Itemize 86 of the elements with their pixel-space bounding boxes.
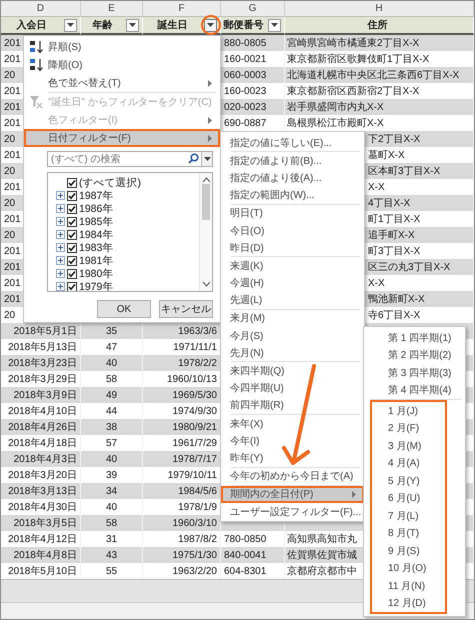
- filter-button[interactable]: [64, 18, 77, 32]
- scroll-down-icon[interactable]: [202, 282, 210, 287]
- menu-item[interactable]: 今年の初めから今日まで(A): [221, 468, 364, 485]
- menu-item[interactable]: 3 月(M): [372, 437, 445, 454]
- filter-clear-icon: [29, 95, 43, 109]
- menu-item[interactable]: 5 月(Y): [372, 472, 445, 490]
- expand-icon[interactable]: [56, 191, 65, 200]
- column-letter[interactable]: F: [143, 1, 221, 17]
- column-letter[interactable]: E: [81, 1, 143, 17]
- expand-icon[interactable]: [56, 243, 65, 252]
- menu-item[interactable]: 前四半期(R): [221, 396, 364, 414]
- header-label: 住所: [368, 18, 388, 32]
- caret-icon: [207, 23, 214, 27]
- menu-item[interactable]: 昨年(Y): [221, 449, 364, 467]
- column-letter[interactable]: H: [285, 1, 474, 17]
- menu-item[interactable]: 第 1 四半期(1): [364, 329, 465, 346]
- expand-icon[interactable]: [56, 282, 65, 291]
- submenu-arrow-icon: [208, 134, 212, 142]
- submenu-arrow-icon: [352, 490, 356, 498]
- search-icon: [188, 153, 199, 164]
- menu-item[interactable]: 1 月(J): [372, 402, 445, 420]
- menu-item[interactable]: 今年(I): [221, 432, 364, 450]
- checkbox[interactable]: [67, 204, 77, 214]
- column-letter[interactable]: D: [1, 1, 81, 17]
- scroll-up-icon[interactable]: [202, 177, 210, 182]
- checkbox-label: 1987年: [79, 188, 114, 202]
- menu-item[interactable]: 今四半期(U): [221, 380, 364, 397]
- menu-item[interactable]: 今月(S): [221, 327, 364, 344]
- checkbox-label: (すべて選択): [79, 176, 141, 190]
- caret-icon: [204, 157, 210, 161]
- checkbox[interactable]: [67, 230, 77, 240]
- caret-icon: [129, 23, 136, 27]
- expand-icon[interactable]: [56, 204, 65, 213]
- checkbox[interactable]: [67, 216, 77, 226]
- caret-icon: [271, 23, 278, 27]
- submenu-arrow-icon: [208, 80, 212, 86]
- checkbox[interactable]: [67, 190, 77, 200]
- menu-item[interactable]: 2 月(F): [372, 420, 445, 437]
- header-label: 年齢: [92, 18, 112, 32]
- checkbox-label: 1980年: [79, 266, 114, 280]
- menu-item[interactable]: 12 月(D): [372, 594, 445, 612]
- expand-icon[interactable]: [56, 256, 65, 265]
- menu-item[interactable]: 4 月(A): [372, 454, 445, 472]
- column-letter[interactable]: G: [221, 1, 285, 17]
- checkbox[interactable]: [67, 178, 77, 188]
- menu-item[interactable]: 日付フィルター(F): [24, 129, 220, 147]
- filter-button[interactable]: [268, 18, 281, 32]
- checkbox[interactable]: [67, 268, 77, 278]
- menu-item[interactable]: 第 3 四半期(3): [364, 364, 465, 382]
- menu-item[interactable]: ユーザー設定フィルター(F)...: [221, 502, 364, 520]
- menu-item[interactable]: 11 月(N): [372, 577, 445, 594]
- menu-item[interactable]: 6 月(U): [372, 490, 445, 507]
- checkbox[interactable]: [67, 256, 77, 266]
- checkbox-label: 1985年: [79, 214, 114, 228]
- header-label: 入会日: [16, 18, 46, 32]
- filter-button[interactable]: [204, 18, 217, 32]
- expand-icon[interactable]: [56, 230, 65, 239]
- filter-button[interactable]: [126, 18, 139, 32]
- menu-item[interactable]: 来年(X): [221, 415, 364, 432]
- cancel-button[interactable]: キャンセル: [159, 300, 213, 318]
- header-label: 誕生日: [158, 18, 188, 32]
- expand-icon[interactable]: [56, 217, 65, 226]
- scroll-thumb[interactable]: [202, 184, 210, 220]
- submenu-arrow-icon: [208, 116, 212, 124]
- checkbox-label: 1979年: [79, 280, 114, 291]
- menu-item[interactable]: 第 4 四半期(4): [364, 382, 465, 399]
- header-label: 郵便番号: [224, 18, 264, 32]
- checkbox[interactable]: [67, 242, 77, 252]
- caret-icon: [67, 23, 74, 27]
- menu-item[interactable]: 来四半期(Q): [221, 362, 364, 380]
- checkbox-label: 1986年: [79, 202, 114, 216]
- checkbox[interactable]: [67, 282, 77, 291]
- search-field[interactable]: (すべて) の検索: [47, 151, 213, 167]
- checkbox-label: 1983年: [79, 240, 114, 254]
- menu-item[interactable]: 7 月(L): [372, 507, 445, 524]
- checkbox-label: 1984年: [79, 228, 114, 242]
- menu-item[interactable]: 期間内の全日付(P): [221, 486, 364, 503]
- ok-button[interactable]: OK: [97, 300, 151, 318]
- expand-icon[interactable]: [56, 269, 65, 278]
- sort-ascending-icon: [29, 40, 45, 54]
- scrollbar[interactable]: [199, 173, 212, 291]
- menu-item[interactable]: 第 2 四半期(2): [364, 346, 465, 364]
- menu-item[interactable]: 先月(N): [221, 344, 364, 362]
- checkbox-label: 1981年: [79, 254, 114, 268]
- sort-descending-icon: [29, 58, 45, 72]
- dropdown-button[interactable]: [201, 152, 212, 166]
